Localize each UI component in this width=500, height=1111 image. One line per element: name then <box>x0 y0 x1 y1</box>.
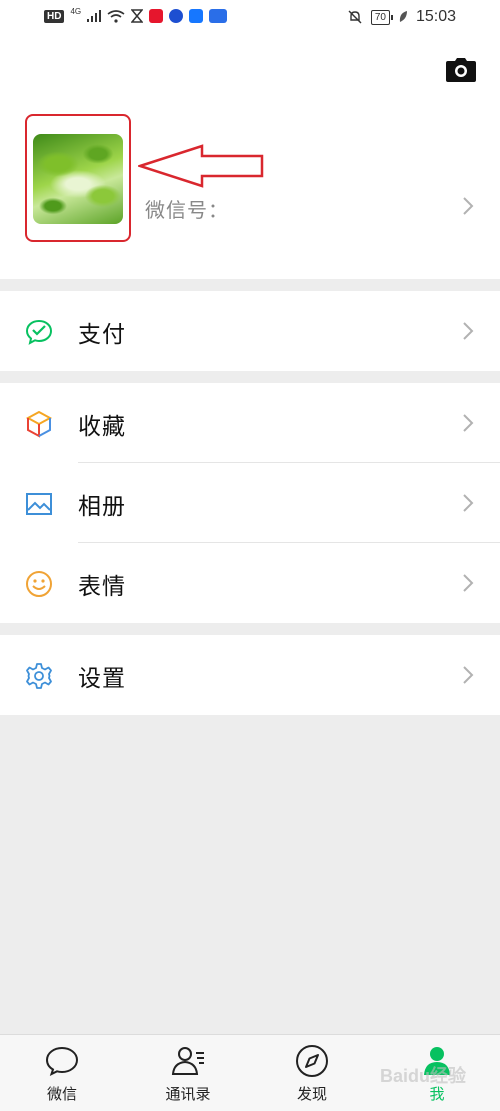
menu-item-settings[interactable]: 设置 <box>0 635 500 715</box>
watermark-text: Baidu经验 <box>380 1066 467 1086</box>
chevron-right-icon <box>463 197 474 215</box>
avatar-highlight-box <box>25 114 131 242</box>
weibo-app-icon <box>149 9 164 23</box>
tab-label: 通讯录 <box>165 1085 211 1103</box>
settings-section: 设置 <box>0 635 500 715</box>
hourglass-icon <box>131 9 144 23</box>
contacts-icon <box>171 1047 204 1075</box>
network-type: 4G <box>70 6 82 16</box>
chevron-right-icon <box>463 666 474 684</box>
menu-item-label: 收藏 <box>78 414 126 440</box>
chevron-right-icon <box>463 574 474 592</box>
menu-item-favorites[interactable]: 收藏 <box>0 383 500 463</box>
status-bar: HD 4G 70 15:03 <box>0 0 500 36</box>
pay-section: 支付 <box>0 291 500 371</box>
tab-discover[interactable]: 发现 <box>267 1043 357 1104</box>
profile-header[interactable]: 微信号： <box>0 36 500 279</box>
wenku-app-icon <box>209 9 228 23</box>
chat-bubble-icon <box>45 1046 79 1076</box>
menu-item-stickers[interactable]: 表情 <box>0 543 500 623</box>
chevron-right-icon <box>463 322 474 340</box>
tab-label: 微信 <box>46 1085 77 1103</box>
signal-icon <box>87 10 102 22</box>
wechat-id-label: 微信号： <box>145 198 229 222</box>
favorites-cube-icon <box>25 410 53 438</box>
avatar[interactable] <box>33 134 123 224</box>
menu-item-label: 支付 <box>78 322 126 348</box>
hd-badge: HD <box>44 9 65 23</box>
menu-item-label: 设置 <box>78 666 126 692</box>
camera-icon[interactable] <box>446 58 476 82</box>
chevron-right-icon <box>463 494 474 512</box>
circle-app-icon <box>169 9 184 23</box>
gear-icon <box>26 663 52 689</box>
wifi-icon <box>107 9 125 23</box>
menu-item-album[interactable]: 相册 <box>0 463 500 543</box>
clock: 15:03 <box>415 8 456 25</box>
content-section: 收藏 相册 表情 <box>0 383 500 623</box>
bell-muted-icon <box>348 10 362 24</box>
menu-item-label: 相册 <box>78 494 126 520</box>
battery-level: 70 <box>370 9 394 25</box>
alipay-app-icon <box>189 9 204 23</box>
album-picture-icon <box>26 493 52 515</box>
chevron-right-icon <box>463 414 474 432</box>
tab-contacts[interactable]: 通讯录 <box>143 1043 233 1104</box>
smiley-icon <box>26 571 52 597</box>
wechat-pay-icon <box>25 319 53 345</box>
arrow-annotation-icon <box>138 144 264 188</box>
menu-item-label: 表情 <box>78 574 126 600</box>
leaf-icon <box>399 11 407 22</box>
tab-chats[interactable]: 微信 <box>17 1043 107 1104</box>
tab-label: 发现 <box>296 1085 327 1103</box>
menu-item-pay[interactable]: 支付 <box>0 291 500 371</box>
compass-icon <box>296 1045 328 1077</box>
